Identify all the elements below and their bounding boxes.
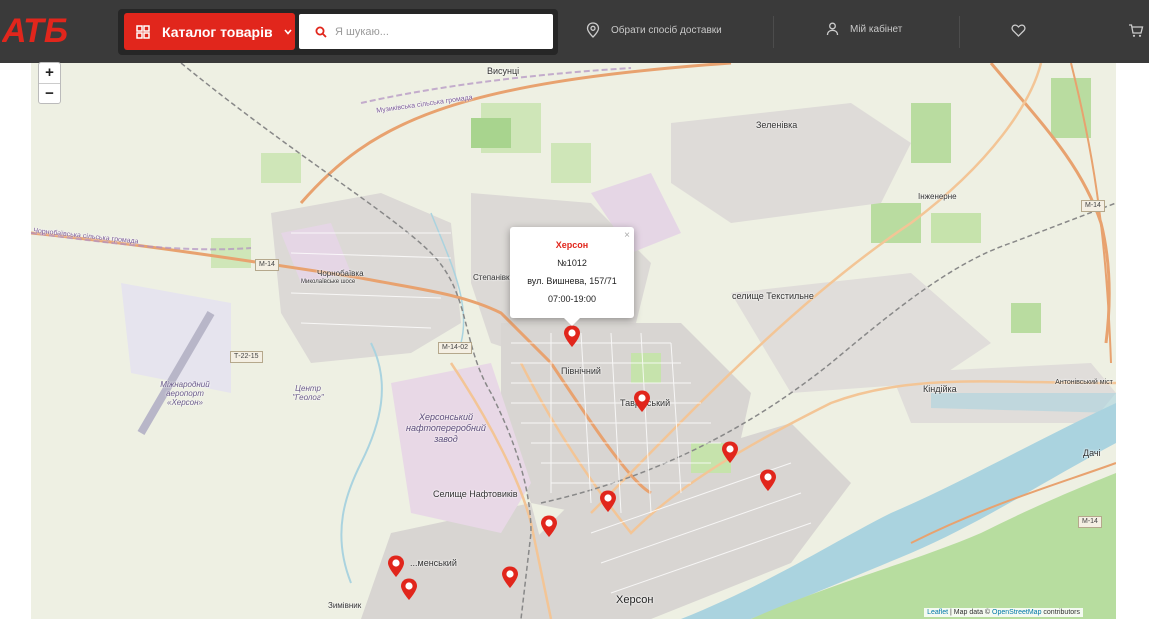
map-label: Антонівський міст: [1055, 379, 1113, 386]
map-label: Херсонський нафтопереробний завод: [406, 412, 486, 444]
popup-tip: [564, 318, 580, 326]
chevron-down-icon: [284, 28, 292, 35]
header-divider: [773, 16, 774, 48]
store-pin[interactable]: [632, 389, 652, 413]
store-pin[interactable]: [598, 489, 618, 513]
catalog-label: Каталог товарів: [162, 23, 273, 40]
map-attribution: Leaflet | Map data © OpenStreetMap contr…: [924, 608, 1083, 617]
road-shield: М-14: [255, 259, 279, 271]
map-label: Херсон: [616, 594, 654, 606]
store-pin[interactable]: [539, 514, 559, 538]
popup-store-number: №1012: [557, 258, 587, 268]
zoom-control: + −: [38, 62, 61, 104]
store-pin[interactable]: [399, 577, 419, 601]
svg-text:АТБ: АТБ: [2, 14, 68, 46]
popup-address: вул. Вишнева, 157/71: [527, 276, 617, 286]
map-label: Кіндійка: [923, 384, 957, 394]
map-label: ...менський: [410, 558, 457, 568]
road-shield: М-14: [1078, 516, 1102, 528]
road-shield: М-14: [1081, 200, 1105, 212]
map-label: Міжнародний аеропорт «Херсон»: [160, 380, 210, 407]
zoom-in-button[interactable]: +: [39, 63, 60, 83]
heart-icon: [1011, 24, 1026, 37]
map-label: Степанівка: [473, 273, 515, 282]
location-icon: [586, 22, 600, 38]
delivery-method-button[interactable]: Обрати спосіб доставки: [586, 22, 722, 38]
map-label: Миколаївське шосе: [301, 279, 356, 285]
map-label: Висунці: [487, 66, 520, 76]
popup-hours: 07:00-19:00: [547, 294, 597, 304]
store-pin[interactable]: [758, 468, 778, 492]
map-label: Зеленівка: [756, 120, 798, 130]
catalog-grid-icon: [136, 24, 150, 39]
site-header: АТБ Каталог товарів Обрати спосіб достав…: [0, 0, 1149, 63]
popup-close-button[interactable]: ×: [624, 230, 630, 241]
store-pin[interactable]: [562, 324, 582, 348]
catalog-button[interactable]: Каталог товарів: [124, 13, 295, 50]
map-label: Інженерне: [918, 192, 957, 201]
atb-logo[interactable]: АТБ: [2, 14, 84, 46]
delivery-label: Обрати спосіб доставки: [611, 24, 722, 36]
cart-button[interactable]: [1128, 23, 1149, 38]
map-label: Селище Нафтовиків: [433, 489, 518, 499]
favorites-button[interactable]: [1011, 24, 1037, 37]
store-pin[interactable]: [500, 565, 520, 589]
map-label: Дачі: [1083, 448, 1101, 458]
store-pin[interactable]: [386, 554, 406, 578]
popup-city: Херсон: [555, 240, 589, 250]
store-popup: × Херсон №1012 вул. Вишнева, 157/71 07:0…: [510, 227, 634, 326]
map-label: Північний: [561, 366, 601, 376]
header-divider: [959, 16, 960, 48]
road-shield: М-14-02: [438, 342, 473, 354]
search-box: [299, 14, 553, 49]
store-pin[interactable]: [720, 440, 740, 464]
user-icon: [826, 22, 839, 36]
map-label: селище Текстильне: [732, 291, 814, 301]
map-label: Чорнобаївка: [317, 269, 364, 278]
map-label: Центр "Геолог": [292, 384, 324, 402]
account-label: Мій кабінет: [850, 23, 903, 35]
zoom-out-button[interactable]: −: [39, 83, 60, 103]
map-label: Зимівник: [328, 601, 362, 610]
osm-link[interactable]: OpenStreetMap: [992, 609, 1041, 616]
cart-icon: [1129, 24, 1144, 37]
road-shield: Т-22-15: [230, 351, 263, 363]
search-icon[interactable]: [315, 26, 327, 38]
search-input[interactable]: [335, 25, 535, 38]
account-button[interactable]: Мій кабінет: [826, 22, 902, 36]
leaflet-link[interactable]: Leaflet: [927, 609, 948, 616]
